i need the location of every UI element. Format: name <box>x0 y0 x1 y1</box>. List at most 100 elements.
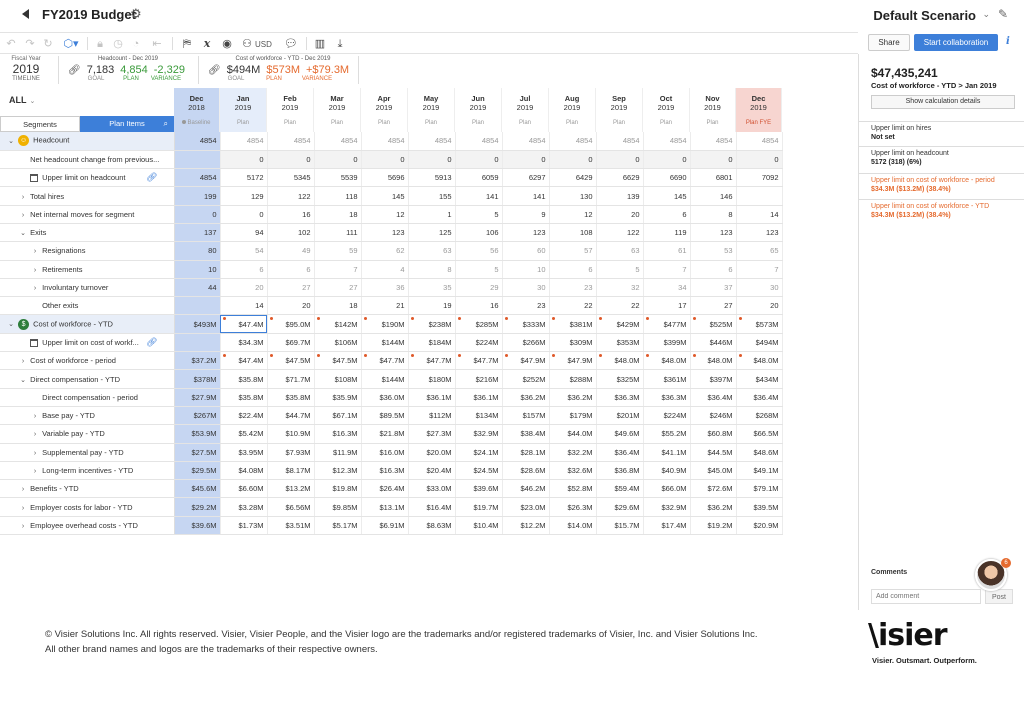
row-label[interactable]: ⌄ Exits <box>0 223 175 243</box>
cell[interactable]: $36.0M <box>361 388 409 407</box>
cell[interactable]: $184M <box>408 333 456 353</box>
row-label[interactable]: › Cost of workforce - period <box>0 351 175 371</box>
column-header-0[interactable]: Dec 2018 Baseline <box>174 88 220 132</box>
cell[interactable]: $353M <box>596 333 644 353</box>
cell[interactable]: $5.42M <box>220 424 268 444</box>
cell[interactable]: $19.7M <box>455 497 503 517</box>
cell[interactable]: 80 <box>174 241 221 261</box>
cell[interactable] <box>174 296 221 316</box>
cell[interactable]: 22 <box>549 296 597 316</box>
cell[interactable]: $397M <box>690 369 737 389</box>
cell[interactable]: $238M <box>408 314 456 334</box>
row-label[interactable]: Direct compensation - period <box>0 388 175 407</box>
cell[interactable]: $47.7M <box>408 351 456 371</box>
cell[interactable]: 20 <box>267 296 315 316</box>
cell[interactable]: $46.2M <box>502 479 550 499</box>
cell[interactable]: 0 <box>408 150 456 170</box>
chevron-right-icon[interactable]: › <box>30 431 40 438</box>
cell[interactable]: 35 <box>408 278 456 298</box>
cell[interactable]: $8.17M <box>267 461 315 481</box>
cell[interactable]: 122 <box>267 186 315 206</box>
cell[interactable]: $47.9M <box>549 351 597 371</box>
row-label[interactable]: › Employer costs for labor - YTD <box>0 497 175 517</box>
cell[interactable]: $19.8M <box>314 479 362 499</box>
chevron-right-icon[interactable]: › <box>18 505 28 512</box>
cell[interactable]: $179M <box>549 406 597 426</box>
cell[interactable]: 123 <box>690 223 737 243</box>
cell[interactable]: 65 <box>736 241 783 261</box>
cell[interactable]: 0 <box>220 205 268 224</box>
cell[interactable]: $47.5M <box>267 351 315 371</box>
cell[interactable]: 125 <box>408 223 456 243</box>
cell[interactable]: 4854 <box>408 132 456 151</box>
cell[interactable]: 14 <box>220 296 268 316</box>
cell[interactable]: $216M <box>455 369 503 389</box>
cell[interactable]: 199 <box>174 186 221 206</box>
cell[interactable]: $266M <box>502 333 550 353</box>
cell[interactable]: 6429 <box>549 168 597 188</box>
cell[interactable]: $180M <box>408 369 456 389</box>
cell[interactable]: $1.73M <box>220 516 268 536</box>
goal-status-item[interactable]: Upper limit on cost of workforce - perio… <box>859 173 1024 196</box>
download-icon[interactable]: ⤓ <box>333 36 347 52</box>
column-header-4[interactable]: Apr 2019 Plan <box>361 88 408 132</box>
cell[interactable]: $38.4M <box>502 424 550 444</box>
cell[interactable]: 0 <box>690 150 737 170</box>
cell[interactable]: 8 <box>408 260 456 279</box>
cell[interactable]: $28.1M <box>502 443 550 462</box>
cell[interactable]: 7 <box>736 260 783 279</box>
chevron-right-icon[interactable]: › <box>30 450 40 457</box>
cell[interactable]: 118 <box>314 186 362 206</box>
cell[interactable]: $13.2M <box>267 479 315 499</box>
cell[interactable]: 30 <box>502 278 550 298</box>
cell[interactable]: $47.4M <box>220 351 268 371</box>
chevron-right-icon[interactable]: › <box>18 486 28 493</box>
row-label[interactable]: › Benefits - YTD <box>0 479 175 499</box>
cell[interactable]: $224M <box>455 333 503 353</box>
undo-icon[interactable]: ↶ <box>5 36 17 52</box>
cell[interactable]: 123 <box>736 223 783 243</box>
cell[interactable]: $34.3M <box>220 333 268 353</box>
cell[interactable]: 6 <box>220 260 268 279</box>
clock-icon[interactable]: ◷ <box>112 36 124 52</box>
cell[interactable]: 49 <box>267 241 315 261</box>
cell[interactable]: $60.8M <box>690 424 737 444</box>
cell[interactable]: $267M <box>174 406 221 426</box>
goal-status-item[interactable]: Upper limit on cost of workforce - YTD $3… <box>859 199 1024 222</box>
cell[interactable]: 7 <box>643 260 691 279</box>
comment-icon[interactable]: 💬︎ <box>284 36 298 52</box>
cell[interactable]: 0 <box>502 150 550 170</box>
cell[interactable]: 4854 <box>502 132 550 151</box>
cell[interactable]: 7 <box>314 260 362 279</box>
cell[interactable]: $24.1M <box>455 443 503 462</box>
cell[interactable]: $36.2M <box>690 497 737 517</box>
formula-icon[interactable]: x <box>200 36 214 52</box>
cell[interactable]: 4854 <box>736 132 783 151</box>
gear-icon[interactable]: ⚙ <box>130 6 142 22</box>
cell[interactable]: 17 <box>643 296 691 316</box>
scenario-selector[interactable]: Default Scenario <box>873 8 976 23</box>
cell[interactable]: $493M <box>174 314 221 334</box>
cell[interactable]: $35.9M <box>314 388 362 407</box>
cell[interactable]: $14.0M <box>549 516 597 536</box>
cell[interactable]: 0 <box>596 150 644 170</box>
cell[interactable]: 14 <box>736 205 783 224</box>
cell[interactable]: 6059 <box>455 168 503 188</box>
cell[interactable]: $48.0M <box>596 351 644 371</box>
chevron-down-icon[interactable]: ⌄ <box>18 229 28 237</box>
cell[interactable]: 32 <box>596 278 644 298</box>
chevron-down-icon[interactable]: ⌄ <box>982 9 990 20</box>
cell[interactable]: $53.9M <box>174 424 221 444</box>
cell[interactable]: $32.2M <box>549 443 597 462</box>
cell[interactable]: $6.91M <box>361 516 409 536</box>
cell[interactable]: $59.4M <box>596 479 644 499</box>
chevron-right-icon[interactable]: › <box>30 267 40 274</box>
cell[interactable]: $16.0M <box>361 443 409 462</box>
cell[interactable]: $333M <box>502 314 550 334</box>
edit-icon[interactable]: ✎ <box>998 7 1008 21</box>
cell[interactable]: $27.5M <box>174 443 221 462</box>
cell[interactable]: $134M <box>455 406 503 426</box>
cell[interactable]: 22 <box>596 296 644 316</box>
cell[interactable]: $16.3M <box>314 424 362 444</box>
chevron-right-icon[interactable]: › <box>30 285 40 292</box>
